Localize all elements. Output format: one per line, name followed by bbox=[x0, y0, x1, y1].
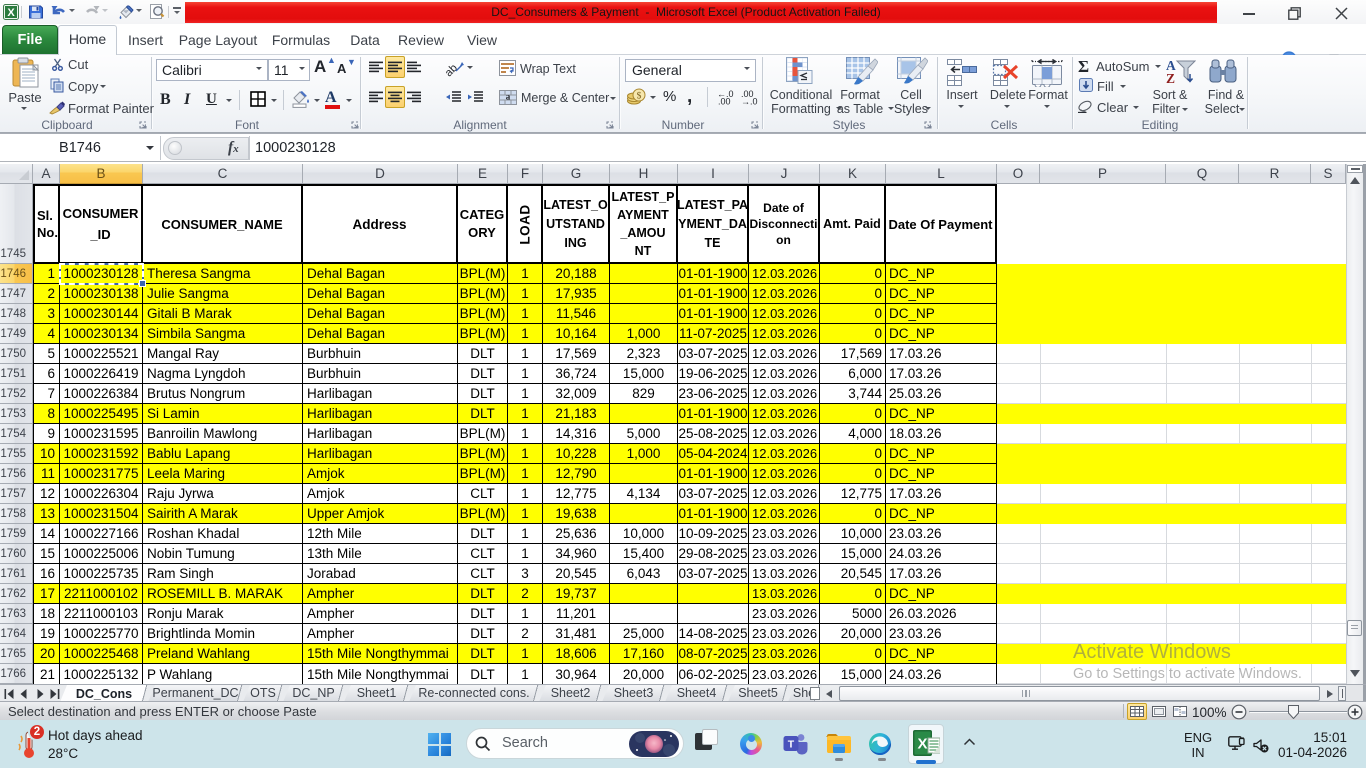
svg-text:.00: .00 bbox=[718, 97, 731, 106]
svg-text:X: X bbox=[7, 7, 15, 19]
svg-text:X: X bbox=[917, 736, 927, 753]
svg-text:a: a bbox=[506, 92, 511, 102]
svg-text:T: T bbox=[788, 739, 795, 751]
svg-text:Z: Z bbox=[1166, 71, 1175, 85]
svg-text:$: $ bbox=[637, 91, 642, 102]
